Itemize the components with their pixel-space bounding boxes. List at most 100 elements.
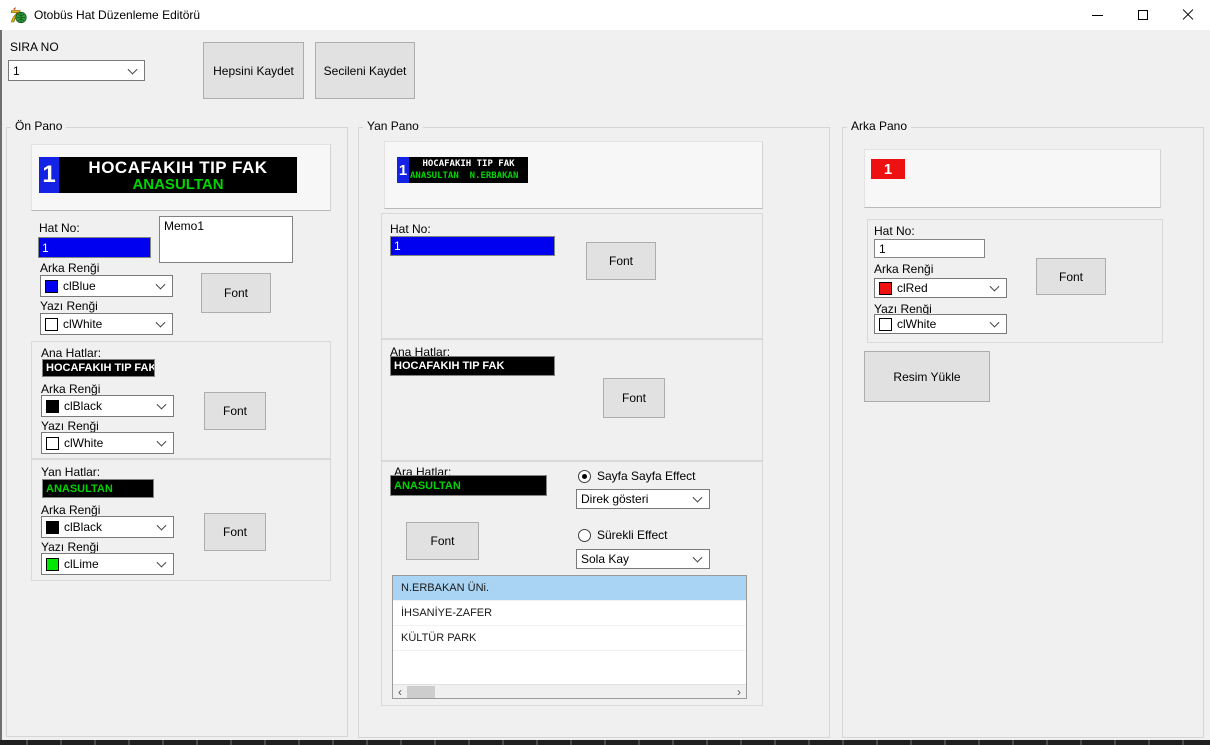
chevron-down-icon bbox=[156, 280, 166, 290]
arka-hat-no-input[interactable]: 1 bbox=[874, 239, 985, 258]
sira-no-value: 1 bbox=[13, 64, 20, 78]
chevron-down-icon bbox=[990, 318, 1000, 328]
ana-hatlar-input[interactable]: HOCAFAKIH TIP FAK bbox=[42, 359, 155, 377]
arka-arka-rengi-value: clRed bbox=[897, 281, 928, 295]
on-pano-led-line-number: 1 bbox=[39, 157, 59, 193]
color-swatch-white bbox=[46, 437, 59, 450]
maximize-icon bbox=[1138, 10, 1148, 20]
yan-pano-led-line2: ANASULTAN N.ERBAKAN bbox=[409, 170, 528, 182]
yanh-yazi-rengi-combobox[interactable]: clLime bbox=[41, 553, 174, 575]
arka-font-button[interactable]: Font bbox=[1036, 258, 1106, 295]
on-pano-led-line2: ANASULTAN bbox=[59, 177, 297, 192]
list-item[interactable]: N.ERBAKAN ÜNi. bbox=[393, 576, 746, 601]
yan-font-button-2[interactable]: Font bbox=[603, 378, 665, 418]
maximize-button[interactable] bbox=[1120, 0, 1165, 30]
list-item[interactable]: KÜLTÜR PARK bbox=[393, 626, 746, 651]
horizontal-scrollbar[interactable]: ‹ › bbox=[393, 684, 746, 698]
on-font-button[interactable]: Font bbox=[201, 273, 271, 313]
minimize-icon bbox=[1092, 15, 1103, 16]
yan-pano-led-display: 1 HOCAFAKIH TIP FAK ANASULTAN N.ERBAKAN bbox=[397, 157, 528, 183]
on-arka-rengi-label: Arka Renği bbox=[40, 261, 99, 275]
arka-arka-rengi-label: Arka Renği bbox=[874, 262, 933, 276]
on-arka-rengi-value: clBlue bbox=[63, 279, 96, 293]
yanh-arka-rengi-value: clBlack bbox=[64, 520, 102, 534]
ana-font-button[interactable]: Font bbox=[204, 392, 266, 430]
radio-selected-icon bbox=[578, 470, 591, 483]
ana-arka-rengi-value: clBlack bbox=[64, 399, 102, 413]
color-swatch-black bbox=[46, 400, 59, 413]
yan-font-button-3[interactable]: Font bbox=[406, 522, 479, 560]
on-pano-groupbox: Ön Pano 1 HOCAFAKIH TIP FAK ANASULTAN Ha… bbox=[6, 127, 348, 737]
bottom-led-strip bbox=[0, 740, 1210, 745]
arka-pano-legend: Arka Pano bbox=[847, 119, 911, 133]
arka-arka-rengi-combobox[interactable]: clRed bbox=[874, 278, 1007, 298]
color-swatch-white bbox=[879, 318, 892, 331]
yan-hatlar-panel: Yan Hatlar: ANASULTAN Arka Renği clBlack… bbox=[31, 459, 331, 581]
sayfa-effect-value: Direk gösteri bbox=[581, 492, 648, 506]
yan-pano-led-line-number: 1 bbox=[397, 157, 409, 183]
window-title: Otobüs Hat Düzenleme Editörü bbox=[34, 8, 200, 22]
arka-yazi-rengi-value: clWhite bbox=[897, 317, 936, 331]
ana-hatlar-panel: Ana Hatlar: HOCAFAKIH TIP FAK Arka Renği… bbox=[31, 341, 331, 459]
arka-pano-led-line-number: 1 bbox=[871, 159, 905, 179]
resim-yukle-button[interactable]: Resim Yükle bbox=[864, 351, 990, 402]
close-icon bbox=[1182, 9, 1194, 21]
color-swatch-lime bbox=[46, 558, 59, 571]
yan-pano-display-panel: 1 HOCAFAKIH TIP FAK ANASULTAN N.ERBAKAN bbox=[384, 141, 763, 209]
chevron-down-icon bbox=[157, 400, 167, 410]
minimize-button[interactable] bbox=[1075, 0, 1120, 30]
scroll-left-icon[interactable]: ‹ bbox=[393, 685, 407, 699]
yan-hat-no-panel: Hat No: 1 Font bbox=[381, 213, 763, 339]
yan-pano-legend: Yan Pano bbox=[363, 119, 423, 133]
yanh-yazi-rengi-value: clLime bbox=[64, 557, 99, 571]
ana-arka-rengi-combobox[interactable]: clBlack bbox=[41, 395, 174, 417]
yanh-yazi-rengi-label: Yazı Renği bbox=[41, 540, 99, 554]
arka-yazi-rengi-combobox[interactable]: clWhite bbox=[874, 314, 1007, 334]
ana-arka-rengi-label: Arka Renği bbox=[41, 382, 100, 396]
list-item[interactable]: İHSANİYE-ZAFER bbox=[393, 601, 746, 626]
sira-no-combobox[interactable]: 1 bbox=[8, 60, 145, 81]
yanh-font-button[interactable]: Font bbox=[204, 513, 266, 551]
chevron-down-icon bbox=[157, 558, 167, 568]
yan-ara-hatlar-input[interactable]: ANASULTAN bbox=[390, 475, 547, 496]
yan-pano-led-line1: HOCAFAKIH TIP FAK bbox=[409, 158, 528, 170]
chevron-down-icon bbox=[128, 64, 138, 74]
on-yazi-rengi-combobox[interactable]: clWhite bbox=[40, 313, 173, 335]
on-memo[interactable]: Memo1 bbox=[159, 216, 293, 263]
on-pano-legend: Ön Pano bbox=[11, 119, 66, 133]
save-selected-button[interactable]: Secileni Kaydet bbox=[315, 42, 415, 99]
close-button[interactable] bbox=[1165, 0, 1210, 30]
yan-hat-no-input[interactable]: 1 bbox=[390, 236, 555, 256]
on-hat-no-input[interactable]: 1 bbox=[38, 237, 151, 258]
sayfa-sayfa-effect-radio[interactable]: Sayfa Sayfa Effect bbox=[578, 469, 696, 483]
surekli-effect-value: Sola Kay bbox=[581, 552, 629, 566]
on-yazi-rengi-value: clWhite bbox=[63, 317, 102, 331]
yan-ana-hatlar-input[interactable]: HOCAFAKIH TIP FAK bbox=[390, 356, 555, 376]
ana-hatlar-label: Ana Hatlar: bbox=[41, 346, 101, 360]
surekli-effect-radio[interactable]: Sürekli Effect bbox=[578, 528, 667, 542]
on-hat-no-label: Hat No: bbox=[39, 221, 80, 235]
route-list: N.ERBAKAN ÜNi. İHSANİYE-ZAFER KÜLTÜR PAR… bbox=[392, 575, 747, 699]
yanh-arka-rengi-combobox[interactable]: clBlack bbox=[41, 516, 174, 538]
on-arka-rengi-combobox[interactable]: clBlue bbox=[40, 275, 173, 297]
scrollbar-thumb[interactable] bbox=[407, 686, 435, 698]
on-pano-display-panel: 1 HOCAFAKIH TIP FAK ANASULTAN bbox=[31, 144, 331, 211]
yan-ana-hatlar-panel: Ana Hatlar: HOCAFAKIH TIP FAK Font bbox=[381, 339, 763, 461]
yan-pano-groupbox: Yan Pano 1 HOCAFAKIH TIP FAK ANASULTAN N… bbox=[358, 127, 830, 738]
arka-pano-groupbox: Arka Pano 1 Hat No: 1 Arka Renği clRed F… bbox=[842, 127, 1204, 738]
yan-hatlar-input[interactable]: ANASULTAN bbox=[42, 479, 154, 498]
scroll-right-icon[interactable]: › bbox=[732, 685, 746, 699]
sayfa-effect-combobox[interactable]: Direk gösteri bbox=[576, 489, 710, 509]
ana-yazi-rengi-combobox[interactable]: clWhite bbox=[41, 432, 174, 454]
surekli-effect-combobox[interactable]: Sola Kay bbox=[576, 549, 710, 569]
save-all-button[interactable]: Hepsini Kaydet bbox=[203, 42, 304, 99]
yanh-arka-rengi-label: Arka Renği bbox=[41, 503, 100, 517]
ana-yazi-rengi-label: Yazı Renği bbox=[41, 419, 99, 433]
yan-font-button-1[interactable]: Font bbox=[586, 242, 656, 280]
color-swatch-black bbox=[46, 521, 59, 534]
chevron-down-icon bbox=[157, 521, 167, 531]
on-yazi-rengi-label: Yazı Renği bbox=[40, 299, 98, 313]
arka-hat-no-panel: Hat No: 1 Arka Renği clRed Font Yazı Ren… bbox=[867, 219, 1163, 343]
chevron-down-icon bbox=[156, 318, 166, 328]
radio-unselected-icon bbox=[578, 529, 591, 542]
